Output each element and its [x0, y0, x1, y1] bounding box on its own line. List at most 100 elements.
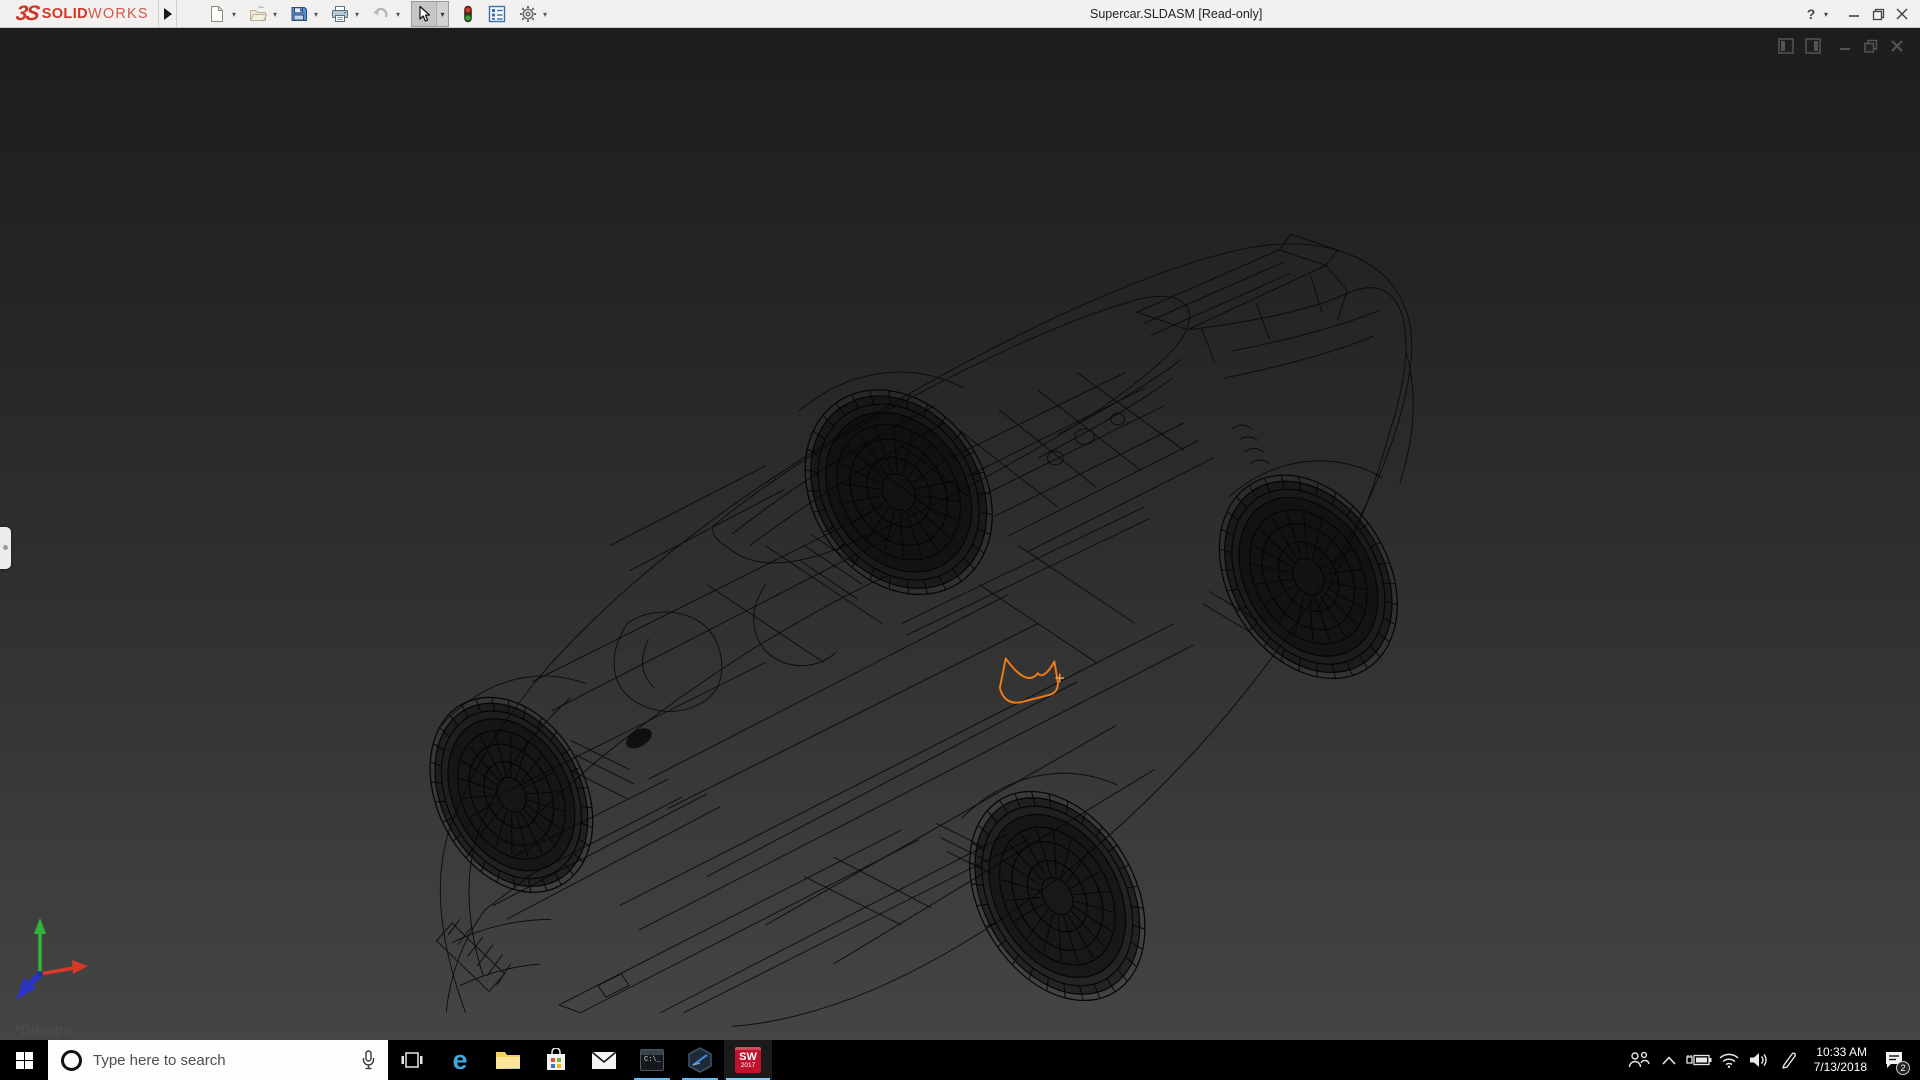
volume-button[interactable] — [1744, 1040, 1774, 1080]
wheel — [969, 790, 1146, 1002]
action-center-button[interactable]: 2 — [1876, 1040, 1912, 1080]
settings-caret[interactable]: ▾ — [540, 2, 550, 26]
wireframe-car-model[interactable] — [0, 28, 1920, 1040]
undo-caret[interactable]: ▾ — [393, 2, 403, 26]
document-window-controls — [1778, 38, 1904, 54]
task-view-button[interactable] — [388, 1040, 436, 1080]
rebuild-traffic-light-icon — [464, 5, 472, 23]
separator — [176, 0, 177, 27]
restore-icon — [1872, 8, 1884, 20]
search-placeholder: Type here to search — [93, 1051, 226, 1069]
people-button[interactable] — [1624, 1040, 1654, 1080]
edrawings-hexagon-icon — [688, 1047, 712, 1073]
taskbar-edge[interactable]: e — [436, 1040, 484, 1080]
taskbar-store[interactable] — [532, 1040, 580, 1080]
save-floppy-icon — [291, 7, 307, 21]
cortana-icon — [61, 1049, 82, 1071]
restore-button[interactable] — [1866, 0, 1890, 28]
settings-button[interactable] — [517, 2, 539, 26]
close-button[interactable] — [1890, 0, 1914, 28]
clock-time: 10:33 AM — [1816, 1045, 1867, 1059]
graphics-area[interactable]: *Dimetric — [0, 28, 1920, 1040]
taskbar-search-input[interactable]: Type here to search — [48, 1040, 388, 1080]
print-icon — [332, 6, 348, 22]
new-document-button[interactable] — [206, 2, 228, 26]
pen-icon — [1781, 1052, 1796, 1069]
hidden-icons-button[interactable] — [1654, 1040, 1684, 1080]
wifi-button[interactable] — [1714, 1040, 1744, 1080]
windows-logo-icon — [15, 1051, 33, 1069]
wheel — [804, 389, 993, 596]
start-button[interactable] — [0, 1040, 48, 1080]
open-button[interactable] — [247, 2, 269, 26]
open-folder-icon — [249, 5, 267, 21]
solidworks-2017-icon: SW 2017 — [735, 1047, 761, 1073]
select-tool-button[interactable]: ▾ — [411, 1, 449, 27]
store-icon — [547, 1048, 565, 1070]
edge-icon: e — [452, 1044, 468, 1075]
options-list-icon — [488, 5, 506, 23]
solidworks-logo-mark: 3S — [14, 2, 40, 25]
save-caret[interactable]: ▾ — [311, 2, 321, 26]
system-tray: 10:33 AM 7/13/2018 2 — [1624, 1040, 1920, 1080]
notification-badge: 2 — [1896, 1061, 1910, 1075]
chevron-up-icon — [1662, 1055, 1676, 1065]
title-bar: 3S SOLID WORKS ▾ ▾ ▾ ▾ ▾ ▾ ▾ Supercar.SL… — [0, 0, 1920, 28]
battery-charging-icon — [1685, 1054, 1712, 1066]
volume-icon — [1749, 1053, 1767, 1067]
undo-button[interactable] — [370, 2, 392, 26]
screen: 3S SOLID WORKS ▾ ▾ ▾ ▾ ▾ ▾ ▾ Supercar.SL… — [0, 0, 1920, 1080]
taskbar-apps: e C:\_ SW 2017 — [388, 1040, 772, 1080]
new-document-icon — [211, 6, 223, 22]
view-orientation-label: *Dimetric — [15, 1022, 75, 1038]
microphone-icon[interactable] — [361, 1050, 376, 1070]
undo-icon — [373, 7, 388, 18]
task-view-icon — [401, 1052, 423, 1068]
taskbar-command-prompt[interactable]: C:\_ — [628, 1040, 676, 1080]
print-button[interactable] — [329, 2, 351, 26]
open-caret[interactable]: ▾ — [270, 2, 280, 26]
document-title: Supercar.SLDASM [Read-only] — [1090, 7, 1263, 21]
close-icon — [1896, 8, 1908, 20]
new-document-caret[interactable]: ▾ — [229, 2, 239, 26]
select-cursor-icon — [412, 2, 436, 26]
taskbar-solidworks-2017[interactable]: SW 2017 — [724, 1040, 772, 1080]
solidworks-logo: 3S SOLID WORKS — [14, 2, 149, 25]
separator — [158, 0, 159, 27]
quick-toolbar: ▾ ▾ ▾ ▾ ▾ ▾ ▾ — [206, 0, 558, 28]
rebuild-button[interactable] — [457, 2, 479, 26]
save-button[interactable] — [288, 2, 310, 26]
battery-button[interactable] — [1684, 1040, 1714, 1080]
taskbar-mail[interactable] — [580, 1040, 628, 1080]
people-icon — [1628, 1051, 1650, 1068]
settings-gear-icon — [519, 5, 537, 23]
wheel — [1218, 474, 1398, 680]
wifi-icon — [1719, 1053, 1739, 1068]
child-minimize-icon[interactable] — [1838, 38, 1852, 54]
help-caret[interactable]: ▾ — [1820, 0, 1832, 28]
clock-date: 7/13/2018 — [1813, 1060, 1867, 1074]
wheel — [429, 696, 594, 893]
doc-pane-icon-b[interactable] — [1805, 38, 1821, 54]
pen-button[interactable] — [1774, 1040, 1804, 1080]
command-prompt-icon: C:\_ — [640, 1049, 664, 1071]
clock[interactable]: 10:33 AM 7/13/2018 — [1814, 1045, 1867, 1075]
doc-pane-icon-a[interactable] — [1778, 38, 1794, 54]
minimize-icon — [1849, 15, 1859, 17]
file-explorer-icon — [496, 1052, 520, 1069]
mail-icon — [591, 1050, 617, 1069]
taskbar-file-explorer[interactable] — [484, 1040, 532, 1080]
windows-taskbar: Type here to search e C:\_ SW 2017 10:33… — [0, 1040, 1920, 1080]
print-caret[interactable]: ▾ — [352, 2, 362, 26]
child-close-icon[interactable] — [1890, 38, 1904, 54]
minimize-button[interactable] — [1842, 0, 1866, 28]
menu-flyout-arrow-icon[interactable] — [161, 5, 175, 23]
child-restore-icon[interactable] — [1863, 38, 1879, 54]
options-list-button[interactable] — [486, 2, 508, 26]
help-button[interactable]: ? — [1802, 0, 1820, 28]
collapsed-panel-tab[interactable] — [0, 527, 11, 569]
taskbar-edrawings[interactable] — [676, 1040, 724, 1080]
select-tool-caret[interactable]: ▾ — [436, 2, 448, 26]
window-controls: ? ▾ — [1802, 0, 1914, 28]
orientation-triad — [16, 918, 88, 1000]
